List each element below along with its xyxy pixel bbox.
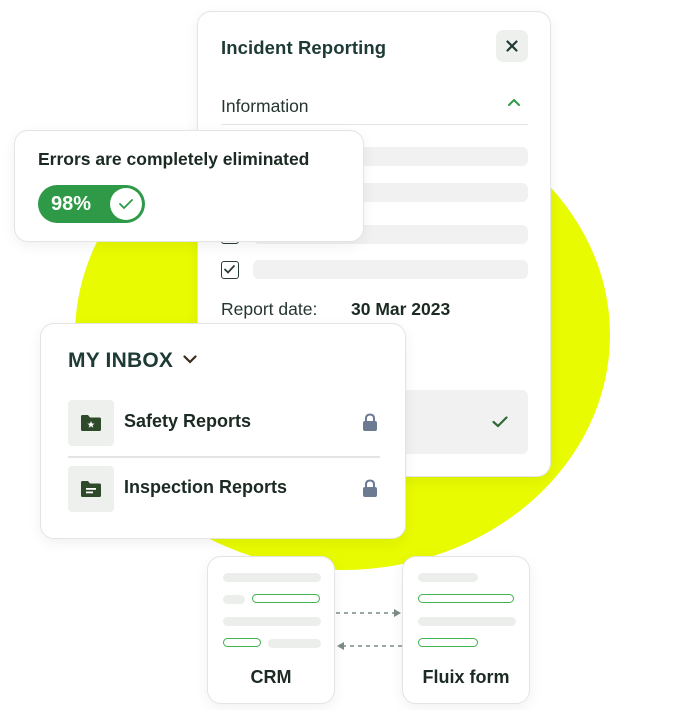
fluix-form-label: Fluix form <box>422 667 510 687</box>
folder-star-icon <box>68 400 114 446</box>
inbox-item-inspection-reports[interactable]: Inspection Reports <box>68 466 380 512</box>
field-placeholder-4 <box>253 260 528 279</box>
inbox-item-label: Inspection Reports <box>124 477 288 497</box>
highlight-bar <box>252 594 320 603</box>
highlight-bar <box>418 638 478 647</box>
chevron-up-icon <box>508 98 520 106</box>
inbox-item-safety-reports[interactable]: Safety Reports <box>68 400 380 446</box>
placeholder-bar <box>223 573 321 582</box>
highlight-bar <box>223 638 261 647</box>
close-button[interactable] <box>496 30 528 62</box>
inbox-divider <box>68 456 380 458</box>
placeholder-bar <box>418 617 516 626</box>
placeholder-bar <box>268 639 321 648</box>
inbox-item-label: Safety Reports <box>124 411 252 431</box>
check-icon <box>492 416 508 428</box>
lock-icon <box>363 413 377 431</box>
report-date-row: Report date: 30 Mar 2023 <box>221 299 450 320</box>
crm-card[interactable]: CRM <box>207 556 335 704</box>
percent-value: 98% <box>51 193 92 215</box>
report-date-label: Report date: <box>221 299 318 319</box>
highlight-bar <box>418 594 514 603</box>
lock-icon <box>363 479 377 497</box>
placeholder-bar <box>223 595 245 604</box>
field-placeholder-1 <box>338 147 528 166</box>
check-circle-icon <box>110 188 142 220</box>
report-date-value: 30 Mar 2023 <box>351 299 451 319</box>
folder-lines-icon <box>68 466 114 512</box>
information-section-header[interactable]: Information <box>221 92 528 125</box>
placeholder-bar <box>418 573 478 582</box>
inbox-card: MY INBOX Safety Reports Inspection Repor… <box>40 323 406 539</box>
chevron-down-icon[interactable] <box>183 355 197 364</box>
checkbox-4-checked[interactable] <box>221 261 239 279</box>
percent-badge: 98% <box>38 185 145 223</box>
field-placeholder-2 <box>338 183 528 202</box>
inbox-title: MY INBOX <box>68 349 174 372</box>
errors-text: Errors are completely eliminated <box>38 149 310 169</box>
sync-arrows-icon <box>336 609 402 650</box>
close-icon <box>506 40 518 52</box>
crm-label: CRM <box>250 667 292 687</box>
placeholder-bar <box>223 617 321 626</box>
incident-title: Incident Reporting <box>221 37 387 58</box>
errors-card: Errors are completely eliminated 98% <box>14 130 364 242</box>
fluix-form-card[interactable]: Fluix form <box>402 556 530 704</box>
check-icon <box>224 265 235 274</box>
information-label: Information <box>221 96 309 116</box>
